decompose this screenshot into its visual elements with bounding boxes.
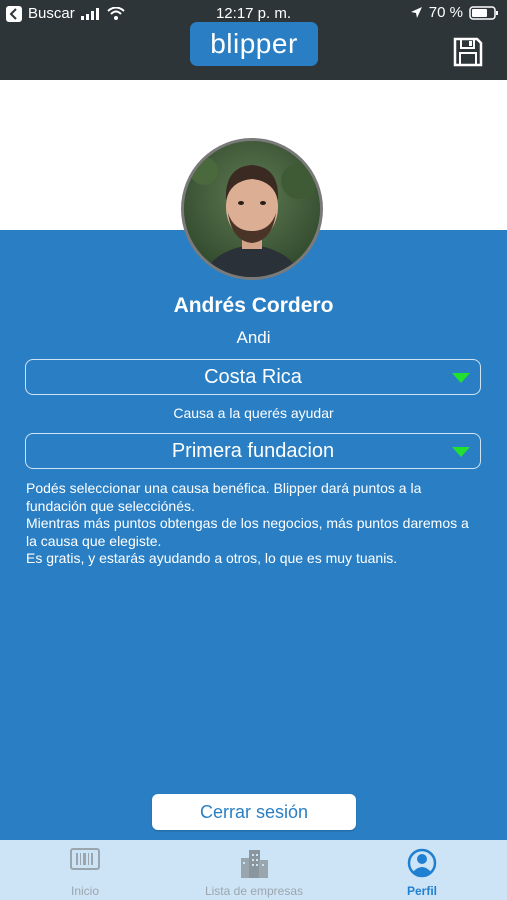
info-paragraph: Mientras más puntos obtengas de los nego…: [26, 515, 469, 549]
tab-label: Perfil: [406, 884, 437, 898]
country-select[interactable]: Costa Rica: [25, 359, 481, 395]
info-paragraph: Es gratis, y estarás ayudando a otros, l…: [26, 550, 398, 566]
profile-nickname: Andi: [236, 328, 271, 347]
buildings-icon: [241, 850, 268, 878]
save-button[interactable]: [452, 36, 484, 68]
battery-percent: 70 %: [428, 4, 463, 21]
cause-select-value: Primera fundacion: [171, 440, 335, 462]
tab-perfil[interactable]: Perfil: [372, 840, 472, 900]
tab-inicio[interactable]: Inicio: [20, 840, 150, 900]
location-arrow-icon: [410, 7, 422, 18]
tab-label: Lista de empresas: [204, 884, 304, 898]
cause-info-text: Podés seleccionar una causa benéfica. Bl…: [26, 480, 482, 568]
cause-label: Causa a la querés ayudar: [173, 405, 334, 421]
blipper-logo: blipper: [190, 22, 318, 66]
dropdown-arrow-icon: [452, 447, 470, 457]
battery-icon: [469, 5, 498, 20]
tab-label: Inicio: [70, 884, 99, 898]
country-select-value: Costa Rica: [204, 366, 302, 388]
bottom-tab-bar: Inicio Lista de empresas Perfil: [0, 840, 507, 900]
barcode-icon: [70, 848, 100, 870]
profile-name: Andrés Cordero: [173, 294, 334, 317]
save-icon: [453, 37, 483, 67]
info-paragraph: Podés seleccionar una causa benéfica. Bl…: [26, 480, 422, 514]
dropdown-arrow-icon: [452, 373, 470, 383]
tab-lista-de-empresas[interactable]: Lista de empresas: [180, 840, 328, 900]
logout-button[interactable]: Cerrar sesión: [152, 794, 356, 830]
avatar[interactable]: [181, 138, 323, 280]
user-icon: [407, 848, 437, 878]
cause-select[interactable]: Primera fundacion: [25, 433, 481, 469]
profile-photo: [184, 141, 320, 277]
